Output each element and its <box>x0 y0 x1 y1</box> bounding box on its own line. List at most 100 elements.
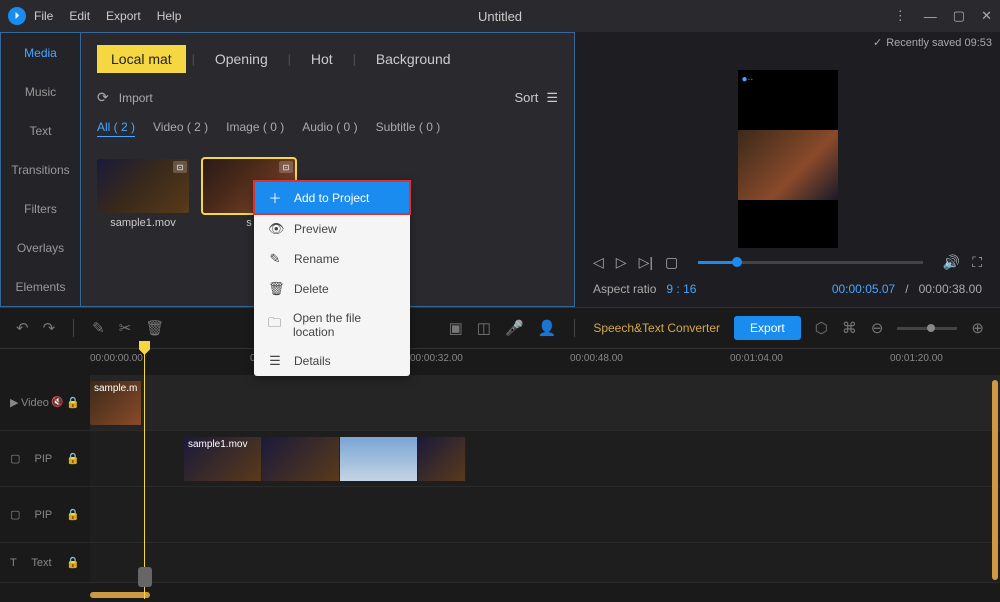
filter-audio[interactable]: Audio ( 0 ) <box>302 120 357 137</box>
volume-icon[interactable]: 🔊 <box>943 254 960 271</box>
redo-icon[interactable]: ↷ <box>43 319 56 337</box>
fullscreen-icon[interactable]: ⛶ <box>972 254 982 271</box>
main-area: Media Music Text Transitions Filters Ove… <box>0 32 1000 307</box>
filter-video[interactable]: Video ( 2 ) <box>153 120 208 137</box>
mic-icon[interactable]: 🎤 <box>505 319 524 337</box>
preview-viewport[interactable]: ●∙∙ <box>738 70 838 248</box>
pip-track-icon: ▢ <box>10 452 20 465</box>
ctx-preview[interactable]: 👁Preview <box>254 214 410 244</box>
lock-icon[interactable]: 🔒 <box>66 508 80 521</box>
tab-opening[interactable]: Opening <box>201 45 282 73</box>
tab-separator: | <box>353 52 356 66</box>
stop-icon[interactable]: ▢ <box>665 254 678 271</box>
timeline-tracks: ▶ Video 🔇 🔒 sample.m ▢ PIP 🔒 sample1.mov <box>0 375 1000 583</box>
import-row: ⟳ Import Sort ☰ <box>81 85 574 110</box>
import-icon[interactable]: ⟳ <box>97 89 109 106</box>
preview-info: Aspect ratio 9 : 16 00:00:05.07 / 00:00:… <box>575 282 1000 296</box>
preview-frame <box>738 130 838 200</box>
filter-all[interactable]: All ( 2 ) <box>97 120 135 137</box>
clip[interactable]: sample1.mov <box>184 437 466 481</box>
ctx-rename[interactable]: ✎Rename <box>254 244 410 274</box>
tab-background[interactable]: Background <box>362 45 465 73</box>
check-icon: ✓ <box>873 36 882 49</box>
sidebar-item-media[interactable]: Media <box>1 33 80 72</box>
sidebar-item-elements[interactable]: Elements <box>1 267 80 306</box>
trash-icon[interactable]: 🗑 <box>145 319 164 337</box>
ctx-add-to-project[interactable]: ＋Add to Project <box>254 181 410 214</box>
undo-icon[interactable]: ↶ <box>16 319 29 337</box>
menubar: File Edit Export Help <box>34 9 181 23</box>
filter-image[interactable]: Image ( 0 ) <box>226 120 284 137</box>
menu-export[interactable]: Export <box>106 9 141 23</box>
lock-icon[interactable]: 🔒 <box>66 396 80 409</box>
total-time: 00:00:38.00 <box>919 282 982 296</box>
sort-button[interactable]: Sort <box>515 90 539 105</box>
filter-subtitle[interactable]: Subtitle ( 0 ) <box>376 120 441 137</box>
menu-edit[interactable]: Edit <box>69 9 90 23</box>
track-body[interactable]: sample1.mov <box>90 431 1000 486</box>
ctx-open-location[interactable]: 🗀Open the file location <box>254 304 410 346</box>
play-icon[interactable]: ▷ <box>616 254 627 271</box>
clip-name: sample1.mov <box>188 439 247 450</box>
shield-icon[interactable]: ⬡ <box>815 319 828 337</box>
seek-slider[interactable] <box>698 261 923 264</box>
clip[interactable]: sample.m <box>90 381 142 425</box>
menu-help[interactable]: Help <box>157 9 182 23</box>
track-body[interactable] <box>90 543 1000 582</box>
zoom-in-icon[interactable]: ⊕ <box>971 319 984 337</box>
minimize-icon[interactable]: ― <box>924 9 937 24</box>
prev-frame-icon[interactable]: ◁ <box>593 254 604 271</box>
ruler-tick: 00:00:32.00 <box>410 353 463 364</box>
playhead-handle[interactable] <box>138 567 152 587</box>
tab-separator: | <box>288 52 291 66</box>
sidebar-item-music[interactable]: Music <box>1 72 80 111</box>
left-sidebar: Media Music Text Transitions Filters Ove… <box>0 32 80 307</box>
ctx-delete[interactable]: 🗑Delete <box>254 274 410 304</box>
ctx-details[interactable]: ☰Details <box>254 346 410 376</box>
sidebar-item-overlays[interactable]: Overlays <box>1 228 80 267</box>
thumbnail-image: ⊡ <box>97 159 189 213</box>
track-label: PIP <box>34 509 52 521</box>
person-icon[interactable]: 👤 <box>538 319 557 337</box>
zoom-slider[interactable] <box>897 327 957 330</box>
import-button[interactable]: Import <box>119 91 153 105</box>
horizontal-scrollbar[interactable] <box>90 592 150 598</box>
cut-icon[interactable]: ✂ <box>119 319 132 337</box>
video-track-icon: ▶ <box>10 396 18 409</box>
edit-icon[interactable]: ✎ <box>92 319 105 337</box>
window-controls: ⋮ ― ▢ ✕ <box>894 8 992 24</box>
text-track-icon: T <box>10 557 17 569</box>
more-icon[interactable]: ⋮ <box>894 8 908 24</box>
media-item[interactable]: ⊡ sample1.mov <box>97 159 189 229</box>
aspect-value[interactable]: 9 : 16 <box>666 282 696 296</box>
tab-hot[interactable]: Hot <box>297 45 347 73</box>
vertical-scrollbar[interactable] <box>992 380 998 580</box>
tab-separator: | <box>192 52 195 66</box>
crop-icon[interactable]: ▣ <box>449 319 463 337</box>
link-icon[interactable]: ⌘ <box>842 319 857 337</box>
lock-icon[interactable]: 🔒 <box>66 452 80 465</box>
sort-icon[interactable]: ☰ <box>546 90 558 106</box>
sidebar-item-filters[interactable]: Filters <box>1 189 80 228</box>
mute-icon[interactable]: 🔇 <box>51 397 63 408</box>
timeline-ruler[interactable]: 00:00:00.00 00:00:16.00 00:00:32.00 00:0… <box>0 349 1000 375</box>
sidebar-item-transitions[interactable]: Transitions <box>1 150 80 189</box>
next-frame-icon[interactable]: ▷| <box>639 254 653 271</box>
maximize-icon[interactable]: ▢ <box>953 8 965 24</box>
playhead[interactable] <box>144 349 145 599</box>
ruler-tick: 00:00:48.00 <box>570 353 623 364</box>
lock-icon[interactable]: 🔒 <box>66 556 80 569</box>
tab-local[interactable]: Local mat <box>97 45 186 73</box>
menu-file[interactable]: File <box>34 9 53 23</box>
split-icon[interactable]: ◫ <box>477 319 491 337</box>
export-button[interactable]: Export <box>734 316 801 340</box>
speech-text-link[interactable]: Speech&Text Converter <box>593 321 720 335</box>
category-tabs: Local mat | Opening | Hot | Background <box>81 33 574 85</box>
aspect-label: Aspect ratio <box>593 282 656 296</box>
track-body[interactable]: sample.m <box>90 375 1000 430</box>
close-icon[interactable]: ✕ <box>981 8 992 24</box>
track-label: PIP <box>34 453 52 465</box>
track-body[interactable] <box>90 487 1000 542</box>
sidebar-item-text[interactable]: Text <box>1 111 80 150</box>
zoom-out-icon[interactable]: ⊖ <box>871 319 884 337</box>
